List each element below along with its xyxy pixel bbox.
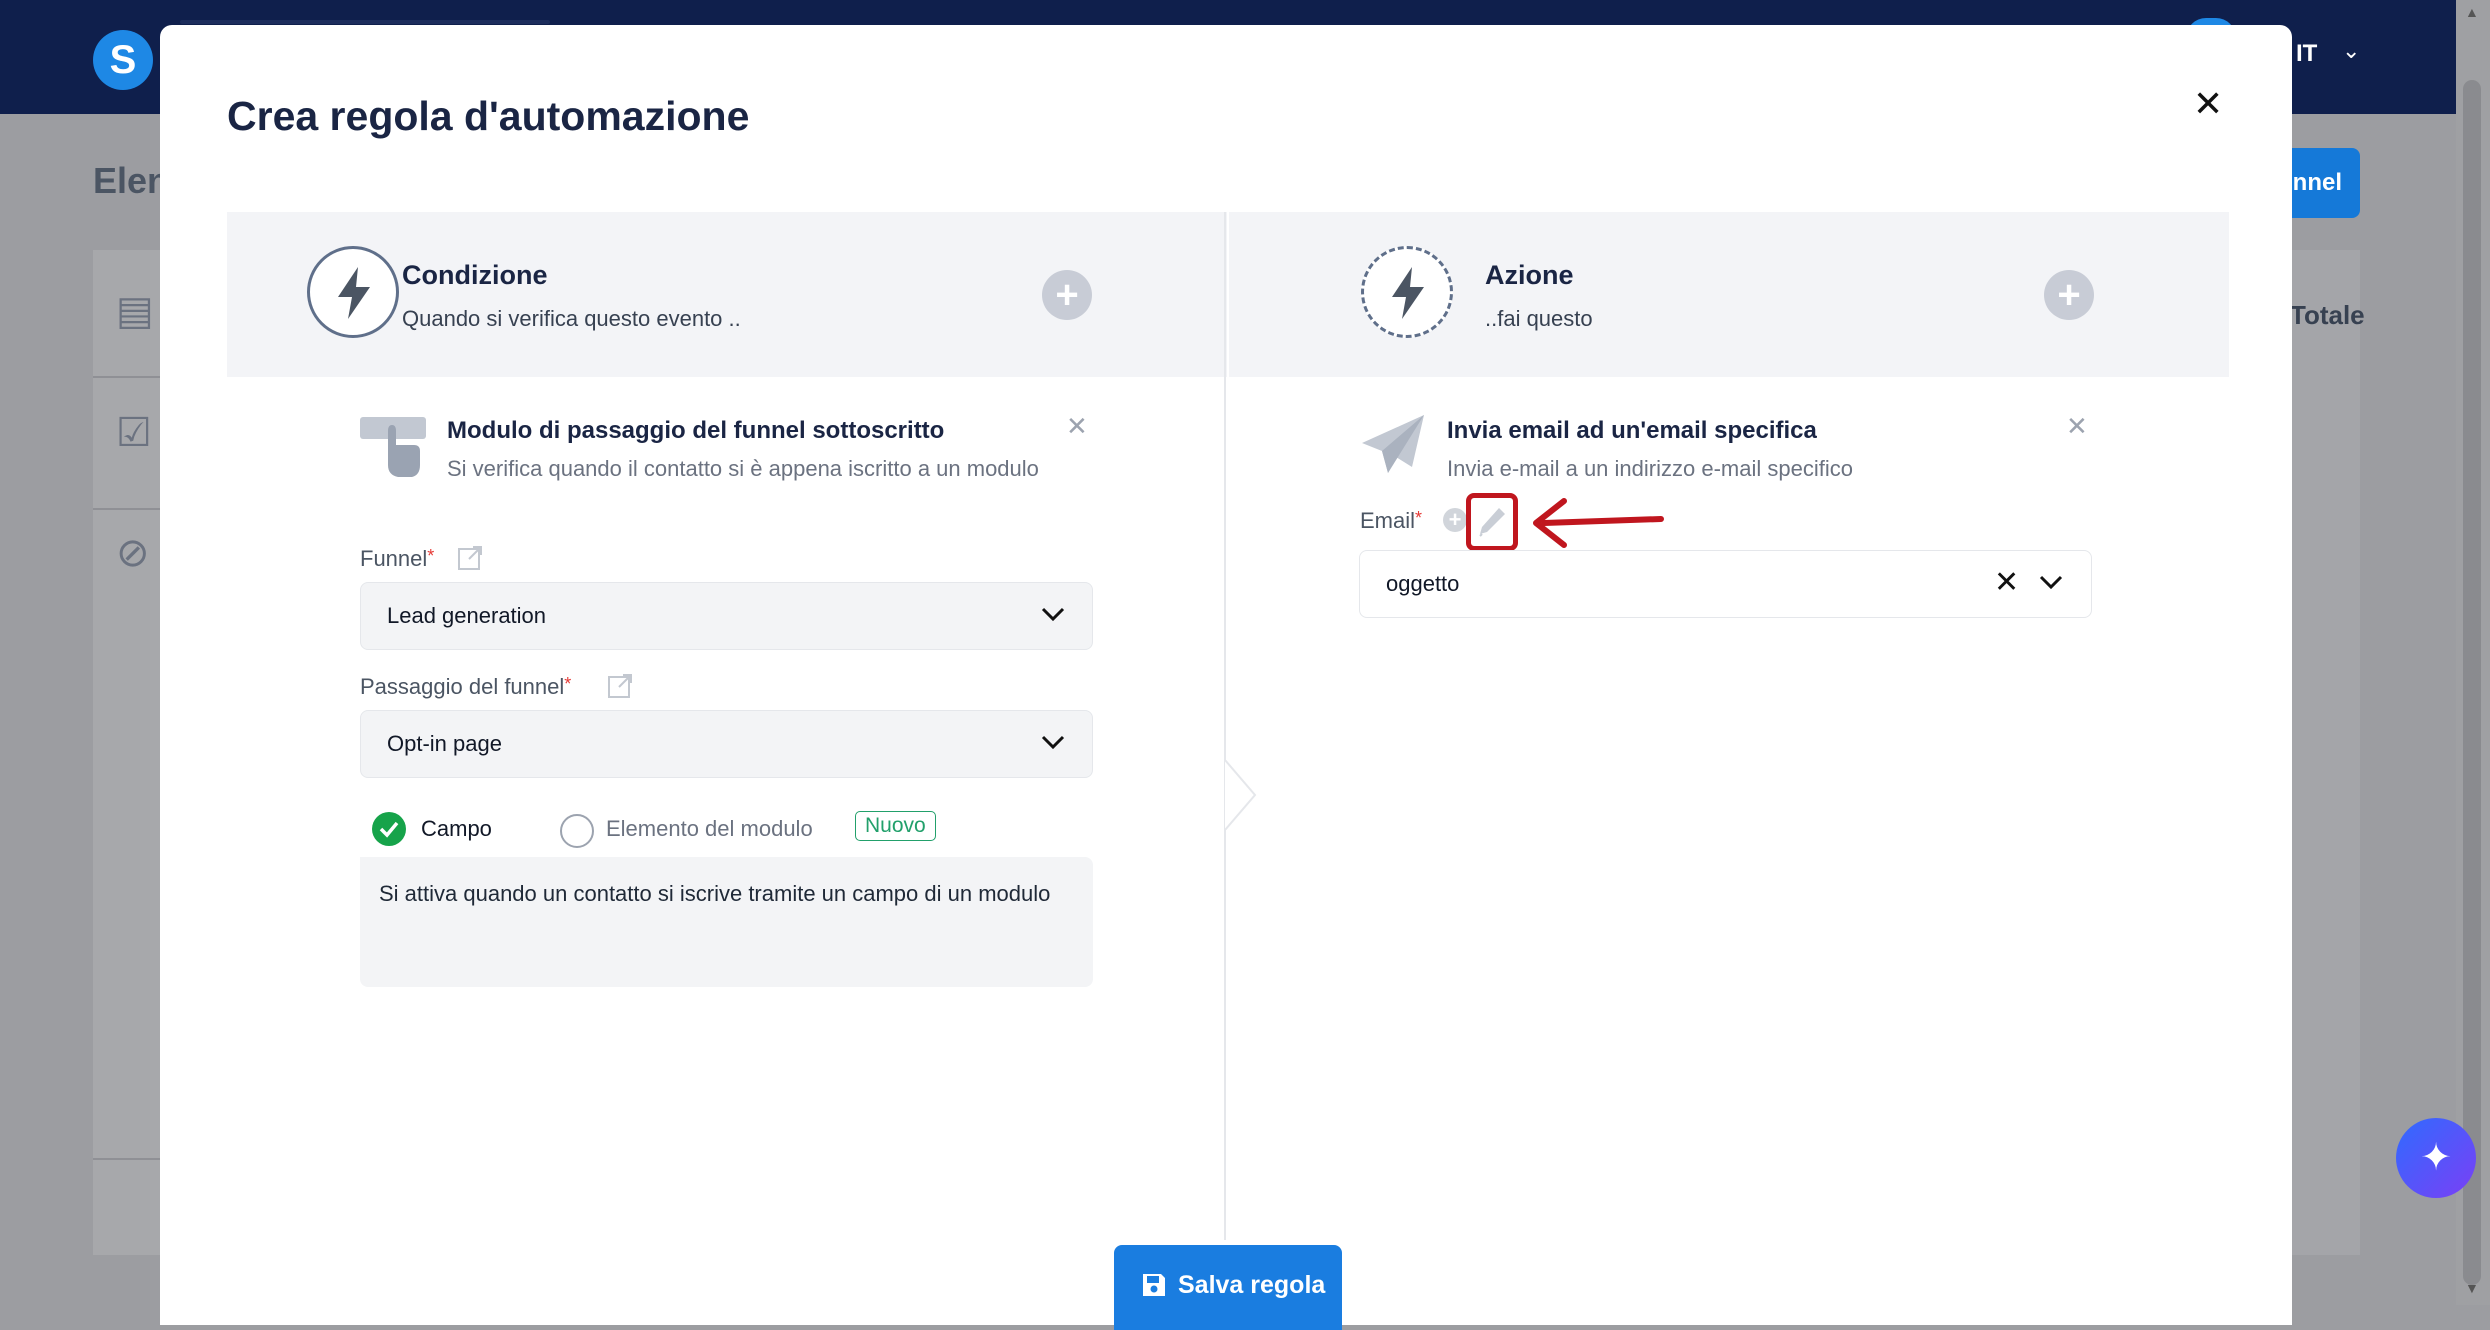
table-panel [2292,250,2360,1255]
remove-action-icon[interactable]: ✕ [2066,411,2088,442]
email-select-value: oggetto [1386,571,1460,596]
block-icon[interactable]: ⊘ [116,530,150,576]
add-action-button[interactable]: + [2044,270,2094,320]
app-logo[interactable]: S [93,30,153,90]
chevron-down-icon [1041,735,1065,750]
paper-plane-icon [1362,415,1424,473]
add-condition-button[interactable]: + [1042,270,1092,320]
action-title: Azione [1485,260,1574,290]
chevron-down-icon [1041,607,1065,622]
scroll-down-arrow-icon[interactable]: ▼ [2465,1280,2479,1296]
form-tap-icon [360,417,426,477]
chevron-down-icon[interactable]: ⌄ [2342,38,2360,64]
checked-radio-icon[interactable] [372,812,406,846]
scrollbar-thumb[interactable] [2463,80,2481,1285]
action-subtitle: ..fai questo [1485,306,1593,331]
funnel-select-value: Lead generation [387,603,547,628]
funnel-select[interactable]: Lead generation [360,582,1093,650]
new-badge: Nuovo [855,811,936,841]
save-icon [1143,1274,1165,1296]
action-card-title: Invia email ad un'email specifica [1447,417,1817,444]
chevron-down-icon[interactable] [2038,573,2064,591]
edit-email-button[interactable] [1466,493,1518,551]
funnel-step-select-value: Opt-in page [387,731,502,756]
trigger-title: Modulo di passaggio del funnel sottoscri… [447,417,945,444]
funnel-step-label: Passaggio del funnel* [360,674,572,699]
trigger-description: Si verifica quando il contatto si è appe… [447,456,1039,481]
clear-icon[interactable]: ✕ [1994,565,2019,600]
pencil-icon [1479,508,1505,537]
table-header-total: Totale [2290,300,2365,330]
add-variable-icon[interactable]: + [1443,508,1467,532]
scroll-up-arrow-icon[interactable]: ▲ [2465,4,2479,20]
column-divider [1224,212,1226,1240]
tab-field-label[interactable]: Campo [421,816,492,842]
top-search-input[interactable] [180,20,550,24]
condition-bolt-icon [307,246,399,338]
divider-arrow [1224,760,1257,830]
save-rule-label: Salva regola [1178,1271,1326,1299]
action-bolt-icon [1361,246,1453,338]
funnel-label: Funnel* [360,546,435,571]
email-label: Email* [1360,508,1423,533]
external-link-icon[interactable] [607,673,633,699]
condition-title: Condizione [402,260,548,290]
save-rule-button[interactable]: Salva regola [1114,1245,1342,1330]
condition-subtitle: Quando si verifica questo evento .. [402,306,741,331]
ai-assistant-button[interactable]: ✦ [2396,1118,2476,1198]
email-select[interactable]: oggetto ✕ [1359,550,2092,618]
remove-trigger-icon[interactable]: ✕ [1066,411,1088,442]
tab-form-element-label[interactable]: Elemento del modulo [606,816,813,842]
form-icon[interactable]: ▤ [116,288,154,334]
close-icon[interactable]: ✕ [2193,83,2223,125]
annotation-arrow [1533,498,1664,548]
unchecked-radio-icon[interactable] [560,814,594,848]
trigger-info-text: Si attiva quando un contatto si iscrive … [379,881,1051,906]
clipboard-check-icon[interactable]: ☑ [116,410,152,456]
external-link-icon[interactable] [457,545,483,571]
automation-rule-modal: Crea regola d'automazione ✕ Condizione Q… [160,25,2292,1330]
action-card-description: Invia e-mail a un indirizzo e-mail speci… [1447,456,1853,481]
language-selector[interactable]: IT [2296,40,2317,68]
trigger-info-box: Si attiva quando un contatto si iscrive … [360,857,1093,987]
modal-title: Crea regola d'automazione [227,93,750,139]
funnel-step-select[interactable]: Opt-in page [360,710,1093,778]
page-title: Elen [93,160,170,201]
